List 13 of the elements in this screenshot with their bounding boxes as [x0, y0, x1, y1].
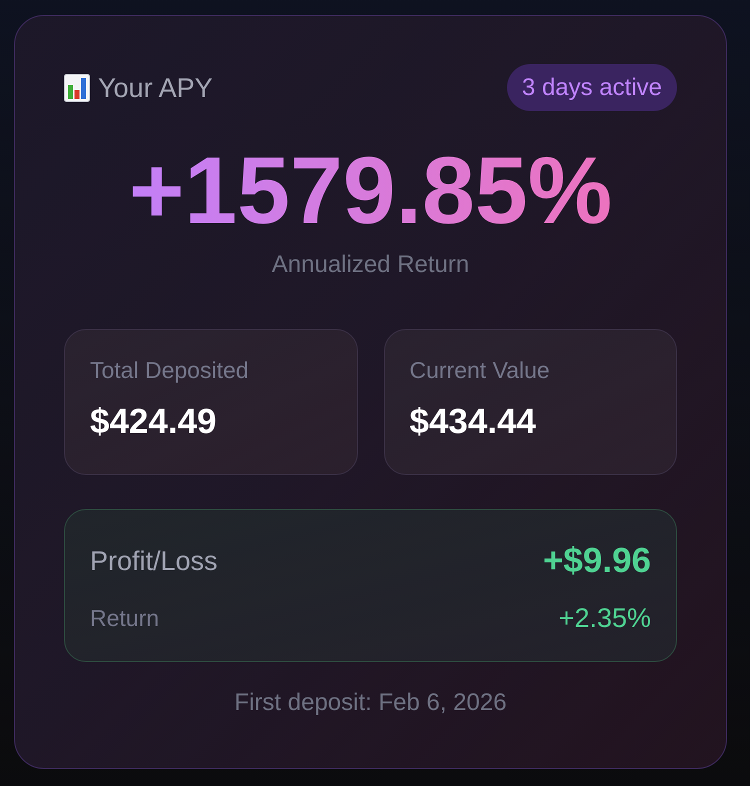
bar-chart-icon	[64, 74, 90, 102]
stat-value: $434.44	[410, 402, 538, 442]
days-active-badge: 3 days active	[506, 64, 677, 111]
first-deposit-text: First deposit: Feb 6, 2026	[234, 689, 507, 717]
profit-loss-value: +$9.96	[542, 541, 651, 581]
apy-caption: Annualized Return	[272, 251, 470, 279]
stat-label: Current Value	[410, 356, 551, 384]
stat-value: $424.49	[90, 402, 218, 442]
stat-label: Total Deposited	[90, 356, 250, 384]
return-label: Return	[90, 604, 160, 633]
profit-loss-label: Profit/Loss	[90, 545, 218, 578]
return-value: +2.35%	[558, 602, 651, 634]
card-title: Your APY	[98, 72, 213, 104]
